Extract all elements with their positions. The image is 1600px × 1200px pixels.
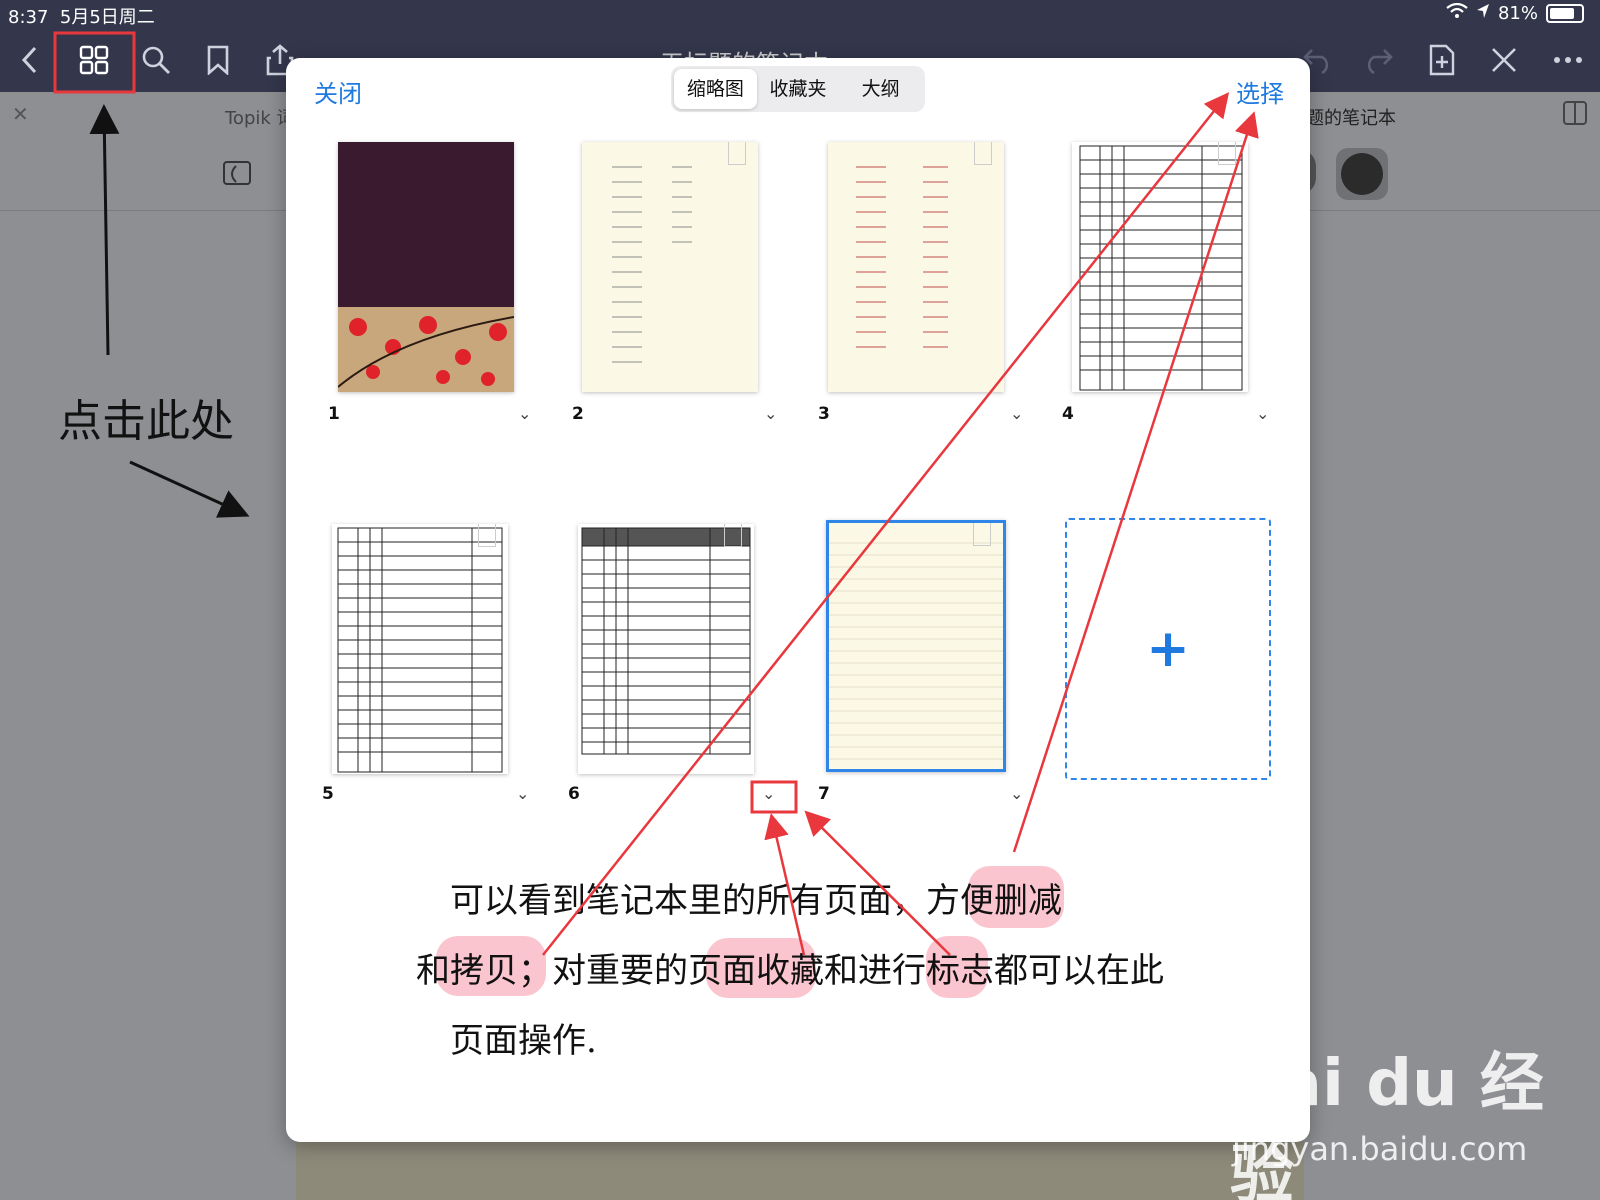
- arrow-to-grid: [89, 104, 120, 356]
- annotation-overlay: [53, 31, 1259, 956]
- arrow-to-chevron-1: [764, 813, 806, 956]
- arrow-to-select-2: [1012, 111, 1259, 853]
- highlight-chevron-box: [750, 780, 798, 814]
- arrow-to-popover: [129, 460, 250, 518]
- arrow-to-select-1: [542, 92, 1230, 956]
- arrow-to-chevron-2: [804, 810, 951, 956]
- app-root: 8:37 5月5日周二 81% 无标题的笔记本: [0, 0, 1600, 1200]
- highlight-grid-button-box: [53, 31, 136, 94]
